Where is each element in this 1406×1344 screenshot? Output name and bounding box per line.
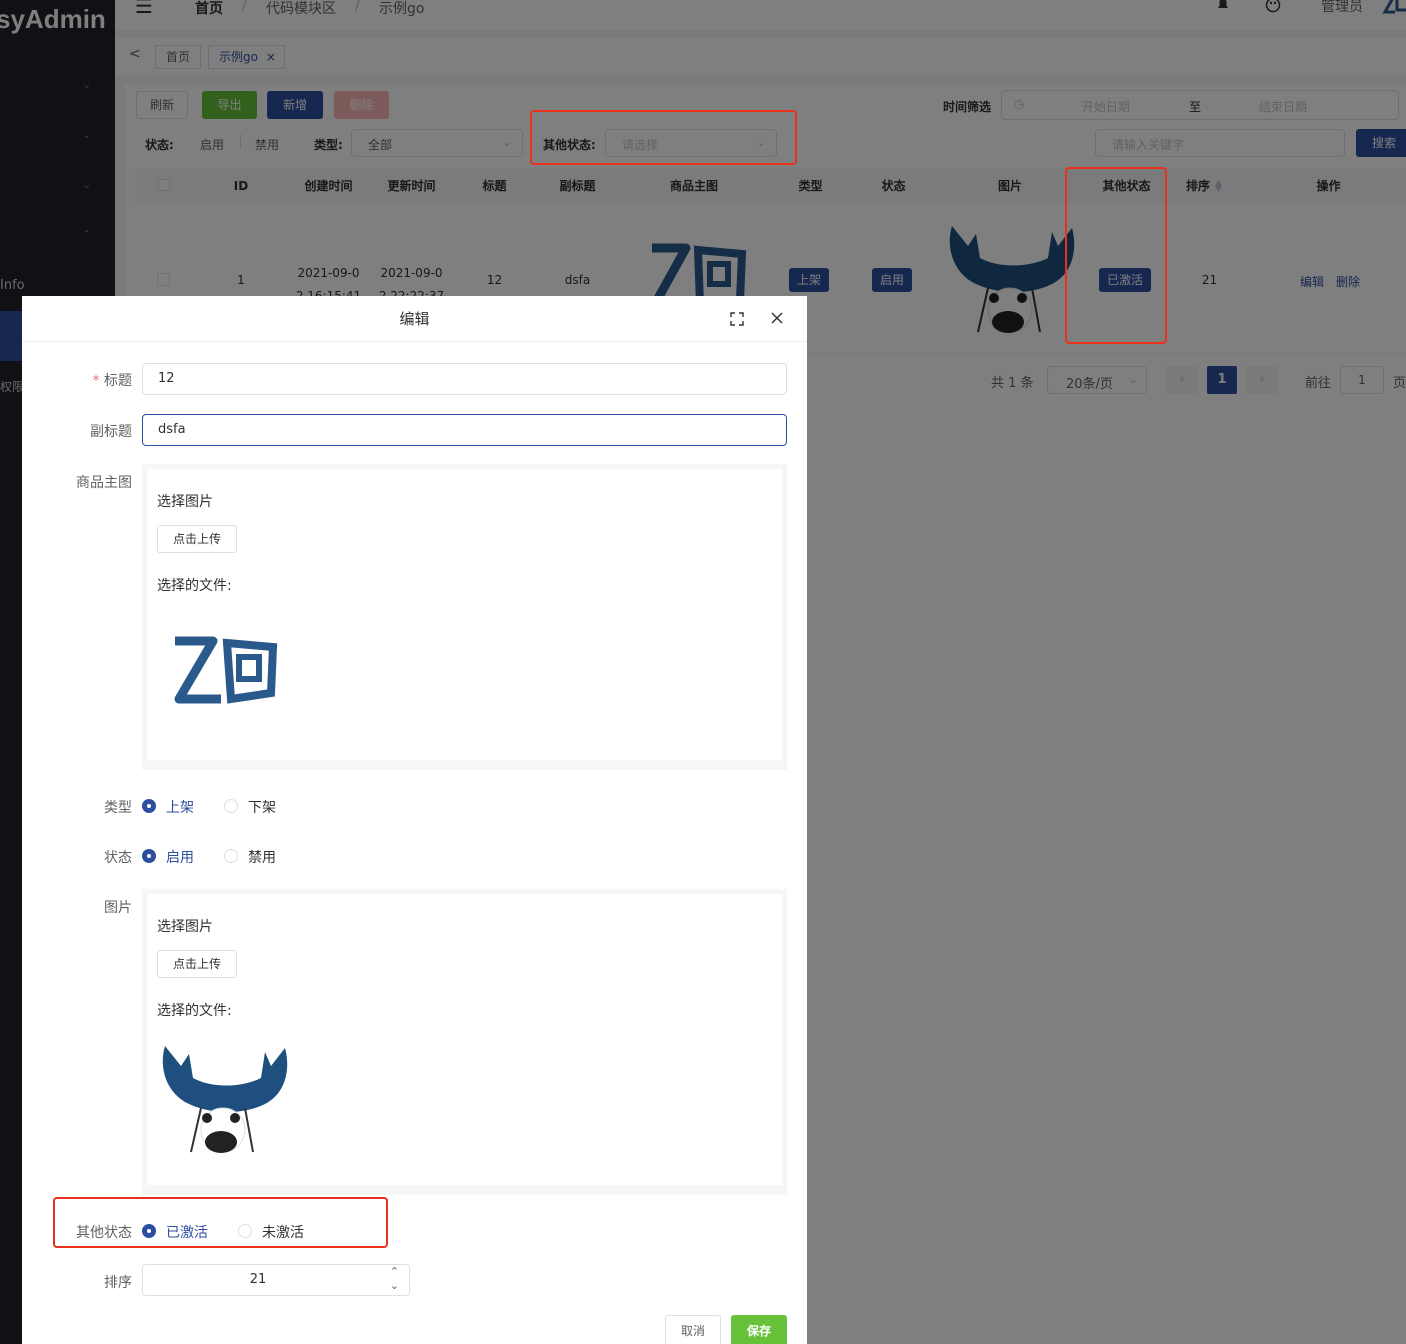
status-option-disabled[interactable]: 禁用	[248, 847, 276, 867]
sort-value: 21	[249, 1272, 267, 1287]
subtitle-input[interactable]: dsfa	[142, 414, 787, 446]
upload-panel: 选择图片 点击上传 选择的文件:	[147, 469, 782, 760]
type-field-label: 类型	[104, 800, 132, 816]
upload-panel: 选择图片 点击上传 选择的文件:	[147, 894, 782, 1185]
type-option-off-shelf[interactable]: 下架	[248, 797, 276, 817]
type-radio-on-shelf[interactable]	[142, 799, 156, 813]
sort-number-input[interactable]: 21 ⌃ ⌄	[142, 1264, 410, 1296]
status-radio-enabled[interactable]	[142, 849, 156, 863]
choose-image-label: 选择图片	[157, 494, 213, 510]
dialog-title: 编辑	[399, 310, 430, 328]
chevron-down-icon[interactable]: ⌄	[390, 1279, 399, 1292]
highlight-other-status-filter	[530, 110, 797, 165]
type-radio-off-shelf[interactable]	[224, 799, 238, 813]
title-input[interactable]: 12	[142, 363, 787, 395]
main-image-preview	[167, 629, 279, 709]
title-field-label: * 标题	[92, 373, 132, 389]
type-option-on-shelf[interactable]: 上架	[166, 797, 194, 817]
main-image-field-label: 商品主图	[76, 475, 132, 491]
choose-image-label: 选择图片	[157, 919, 213, 935]
upload-button[interactable]: 点击上传	[157, 950, 237, 978]
status-field-label: 状态	[104, 850, 132, 866]
edit-dialog: 编辑 * 标题 12 副标题 dsfa 商品主图 选择图片 点击上传 选择的文件…	[22, 296, 807, 1344]
main-image-upload: 选择图片 点击上传 选择的文件:	[142, 464, 787, 770]
image-preview	[157, 1038, 289, 1156]
status-option-enabled[interactable]: 启用	[166, 847, 194, 867]
fullscreen-icon[interactable]	[730, 312, 744, 326]
chevron-up-icon[interactable]: ⌃	[390, 1265, 399, 1278]
highlight-other-status-field	[53, 1197, 388, 1248]
status-radio-disabled[interactable]	[224, 849, 238, 863]
selected-files-label: 选择的文件:	[157, 578, 232, 594]
image-field-label: 图片	[104, 900, 132, 916]
sort-field-label: 排序	[104, 1275, 132, 1291]
image-upload: 选择图片 点击上传 选择的文件:	[142, 889, 787, 1195]
upload-button[interactable]: 点击上传	[157, 525, 237, 553]
cancel-button[interactable]: 取消	[665, 1315, 721, 1344]
selected-files-label: 选择的文件:	[157, 1003, 232, 1019]
save-button[interactable]: 保存	[731, 1315, 787, 1344]
title-field-label-text: 标题	[104, 373, 132, 389]
highlight-other-status-column	[1065, 167, 1167, 344]
close-icon[interactable]	[771, 312, 783, 324]
dialog-header-divider	[22, 341, 807, 342]
subtitle-field-label: 副标题	[90, 424, 132, 440]
